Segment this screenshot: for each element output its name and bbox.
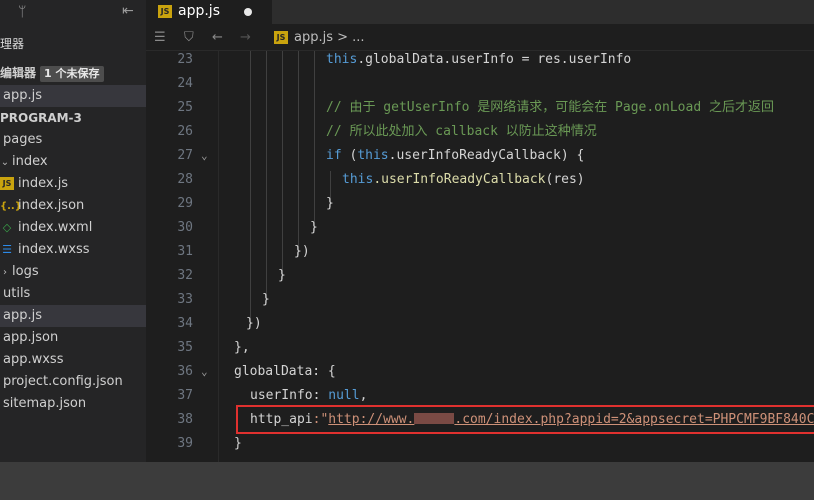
indent-guide bbox=[250, 51, 251, 327]
code-line-28: this.userInfoReadyCallback(res) bbox=[342, 172, 585, 187]
breadcrumb[interactable]: JS app.js > ... bbox=[274, 30, 365, 45]
indent-guide bbox=[314, 51, 315, 231]
line-number: 35 bbox=[177, 340, 193, 355]
js-file-icon: JS bbox=[158, 5, 172, 18]
chevron-right-icon: › bbox=[3, 267, 7, 278]
chevron-down-icon: ⌄ bbox=[0, 157, 10, 168]
collapse-sidebar-icon[interactable]: ⇤ bbox=[122, 3, 134, 19]
tree-item-index-wxss[interactable]: ☰ index.wxss bbox=[0, 239, 146, 261]
editor-toolbar: ☰ ⛉ ← → JS app.js > ... bbox=[146, 24, 814, 51]
indent-guide bbox=[298, 51, 299, 255]
tree-item-pages[interactable]: pages bbox=[0, 129, 146, 151]
line-number: 31 bbox=[177, 244, 193, 259]
gutter-divider bbox=[218, 51, 219, 462]
line-number: 34 bbox=[177, 316, 193, 331]
tree-item-app-js[interactable]: app.js bbox=[0, 305, 146, 327]
code-line-30: } bbox=[310, 220, 318, 235]
list-icon[interactable]: ☰ bbox=[154, 30, 166, 45]
open-editor-item[interactable]: app.js bbox=[0, 85, 146, 107]
unsaved-dot-icon[interactable] bbox=[244, 8, 252, 16]
code-line-39: } bbox=[234, 436, 242, 451]
sidebar-toolbar: ᛘ ⇤ bbox=[0, 0, 146, 24]
tab-app-js[interactable]: JS app.js bbox=[146, 0, 272, 24]
line-number: 23 bbox=[177, 52, 193, 67]
code-line-34: }) bbox=[246, 316, 262, 331]
source-control-icon[interactable]: ᛘ bbox=[18, 4, 26, 20]
indent-guide bbox=[266, 51, 267, 303]
json-file-icon: {..} bbox=[0, 201, 22, 212]
code-line-32: } bbox=[278, 268, 286, 283]
explorer-title: 理器 bbox=[0, 37, 25, 51]
tab-label: app.js bbox=[178, 3, 220, 19]
code-line-36: globalData: { bbox=[234, 364, 336, 379]
tree-item-logs[interactable]: › logs bbox=[0, 261, 146, 283]
back-arrow-icon[interactable]: ← bbox=[212, 30, 223, 45]
tree-item-utils[interactable]: utils bbox=[0, 283, 146, 305]
line-number: 25 bbox=[177, 100, 193, 115]
indent-guide bbox=[282, 51, 283, 279]
bottom-panel bbox=[0, 462, 814, 500]
code-line-26: // 所以此处加入 callback 以防止这种情况 bbox=[326, 124, 597, 139]
tree-item-index-js[interactable]: JS index.js bbox=[0, 173, 146, 195]
open-editors-header[interactable]: 编辑器 1 个未保存 bbox=[0, 62, 146, 84]
code-line-23: this.globalData.userInfo = res.userInfo bbox=[326, 52, 632, 67]
code-line-31: }) bbox=[294, 244, 310, 259]
bookmark-icon[interactable]: ⛉ bbox=[184, 30, 194, 45]
line-number: 37 bbox=[177, 388, 193, 403]
tree-item-project-config[interactable]: project.config.json bbox=[0, 371, 146, 393]
code-editor[interactable]: 23 24 25 26 27 28 29 30 31 32 33 34 35 3… bbox=[146, 51, 814, 462]
tree-item-sitemap[interactable]: sitemap.json bbox=[0, 393, 146, 415]
js-file-icon: JS bbox=[0, 177, 14, 190]
line-number: 36 bbox=[177, 364, 193, 379]
fold-chevron-icon[interactable]: ⌄ bbox=[201, 144, 208, 168]
line-number: 27 bbox=[177, 148, 193, 163]
unsaved-badge: 1 个未保存 bbox=[40, 66, 104, 82]
line-number: 26 bbox=[177, 124, 193, 139]
line-number: 24 bbox=[177, 76, 193, 91]
code-line-29: } bbox=[326, 196, 334, 211]
wxml-file-icon: ◇ bbox=[2, 221, 12, 234]
code-line-35: }, bbox=[234, 340, 250, 355]
line-number: 29 bbox=[177, 196, 193, 211]
tree-item-index-wxml[interactable]: ◇ index.wxml bbox=[0, 217, 146, 239]
tree-item-index-folder[interactable]: ⌄ index bbox=[0, 151, 146, 173]
code-line-33: } bbox=[262, 292, 270, 307]
highlight-box bbox=[236, 405, 814, 434]
code-line-25: // 由于 getUserInfo 是网络请求，可能会在 Page.onLoad… bbox=[326, 100, 774, 115]
js-file-icon: JS bbox=[274, 31, 288, 44]
editor-tab-bar: JS app.js bbox=[146, 0, 814, 24]
tree-item-app-wxss[interactable]: app.wxss bbox=[0, 349, 146, 371]
line-number: 39 bbox=[177, 436, 193, 451]
line-number: 30 bbox=[177, 220, 193, 235]
tree-item-index-json[interactable]: {..}index.json bbox=[0, 195, 146, 217]
project-header[interactable]: PROGRAM-3 bbox=[0, 107, 146, 129]
line-number: 38 bbox=[177, 412, 193, 427]
wxss-file-icon: ☰ bbox=[2, 243, 12, 256]
forward-arrow-icon[interactable]: → bbox=[240, 30, 251, 45]
line-number: 28 bbox=[177, 172, 193, 187]
line-number: 32 bbox=[177, 268, 193, 283]
line-number: 33 bbox=[177, 292, 193, 307]
code-line-27: if (this.userInfoReadyCallback) { bbox=[326, 148, 585, 163]
explorer-sidebar: ᛘ ⇤ 理器 编辑器 1 个未保存 app.js PROGRAM-3 pages … bbox=[0, 0, 146, 462]
tree-item-app-json[interactable]: app.json bbox=[0, 327, 146, 349]
fold-chevron-icon[interactable]: ⌄ bbox=[201, 360, 208, 384]
